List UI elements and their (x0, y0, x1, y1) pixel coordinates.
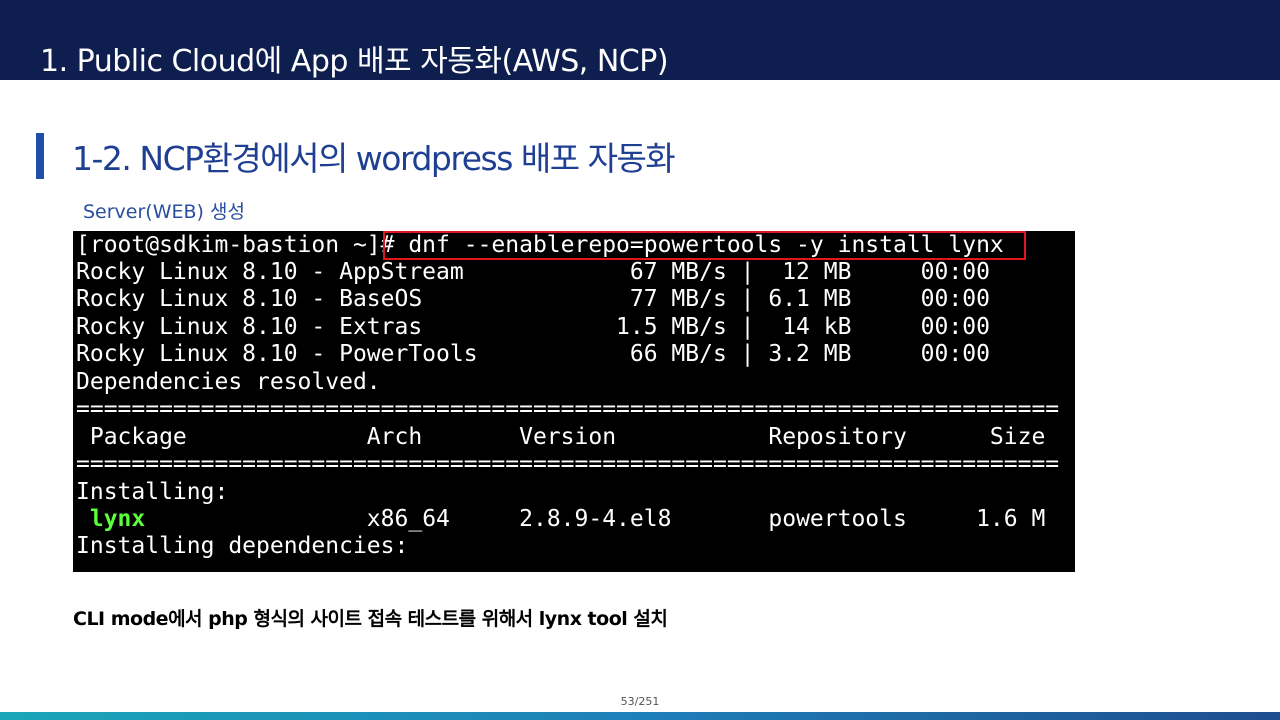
terminal-line: Rocky Linux 8.10 - Extras 1.5 MB/s | 14 … (76, 314, 990, 340)
terminal-table-header: Package Arch Version Repository Size (76, 424, 1046, 450)
caption-text: CLI mode에서 php 형식의 사이트 접속 테스트를 위해서 lynx … (73, 608, 668, 630)
footer-bar (0, 712, 1280, 720)
section-accent-bar (36, 133, 44, 179)
terminal-line: Rocky Linux 8.10 - PowerTools 66 MB/s | … (76, 341, 990, 367)
terminal-line: Installing: (76, 479, 229, 505)
page-title: 1. Public Cloud에 App 배포 자동화(AWS, NCP) (40, 44, 669, 79)
package-details: x86_64 2.8.9-4.el8 powertools 1.6 M (145, 506, 1046, 532)
terminal-screenshot: [root@sdkim-bastion ~]# dnf --enablerepo… (73, 231, 1075, 572)
terminal-package-row: lynx x86_64 2.8.9-4.el8 powertools 1.6 M (76, 506, 1045, 533)
subtitle: Server(WEB) 생성 (83, 201, 245, 223)
terminal-line: Dependencies resolved. (76, 369, 381, 395)
terminal-line: Rocky Linux 8.10 - BaseOS 77 MB/s | 6.1 … (76, 286, 990, 312)
terminal-prompt: [root@sdkim-bastion ~] (76, 232, 381, 258)
page-number: 53/251 (620, 695, 660, 708)
terminal-separator: ========================================… (76, 396, 1060, 422)
command-highlight-box (383, 231, 1026, 260)
terminal-indent (76, 506, 90, 532)
terminal-line: Installing dependencies: (76, 533, 409, 559)
terminal-separator: ========================================… (76, 451, 1060, 477)
terminal-line: Rocky Linux 8.10 - AppStream 67 MB/s | 1… (76, 259, 990, 285)
section-title: 1-2. NCP환경에서의 wordpress 배포 자동화 (72, 139, 676, 178)
package-name: lynx (89, 506, 146, 532)
